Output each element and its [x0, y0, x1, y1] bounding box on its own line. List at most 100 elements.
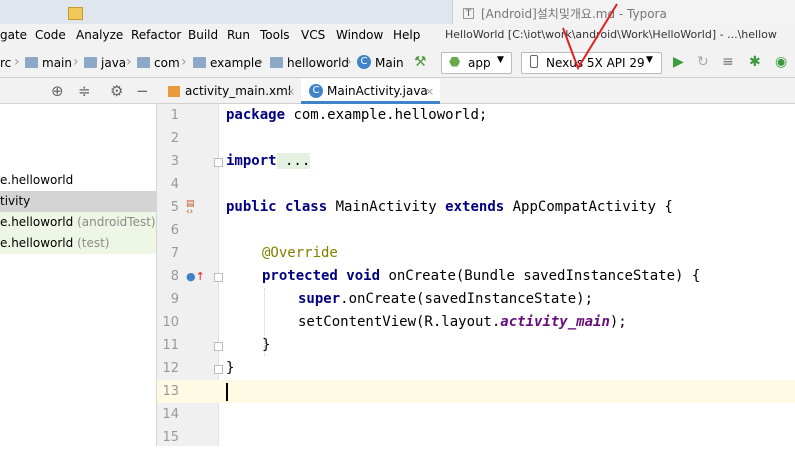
tab-activity-main-xml[interactable]: activity_main.xml × [157, 79, 300, 104]
breadcrumb-separator: › [126, 54, 132, 70]
code-text: setContentView(R.layout. [298, 314, 501, 330]
rerun-icon[interactable]: ↻ [697, 54, 709, 70]
menu-tools[interactable]: Tools [260, 28, 290, 42]
code-field: activity_main [500, 314, 610, 330]
line-number: 11 [162, 338, 179, 353]
fold-icon[interactable] [214, 273, 223, 282]
chevron-down-icon: ▼ [646, 55, 653, 65]
tree-item-suffix: (androidTest) [77, 215, 156, 229]
phone-icon [530, 55, 538, 68]
code-line-3: import ... [226, 150, 311, 173]
project-panel [0, 78, 157, 446]
current-line-highlight [157, 380, 795, 403]
override-icon[interactable]: ●↑ [186, 270, 205, 283]
code-text: ); [609, 314, 627, 330]
class-icon: C [309, 84, 323, 98]
line-number: 4 [170, 177, 179, 192]
text-cursor [226, 383, 228, 401]
menu-vcs[interactable]: VCS [301, 28, 325, 42]
line-number: 6 [170, 223, 179, 238]
breadcrumb-com[interactable]: com [154, 56, 180, 70]
code-line-14: } [226, 360, 235, 376]
code-text: MainActivity [327, 199, 446, 215]
menu-help[interactable]: Help [393, 28, 420, 42]
code-line-11: super.onCreate(savedInstanceState); [298, 288, 593, 311]
tree-item-selected[interactable]: tivity [0, 191, 156, 212]
menu-run[interactable]: Run [227, 28, 250, 42]
code-text: AppCompatActivity { [504, 199, 673, 215]
typora-window-title: [Android]설치및개요.md - Typora [481, 7, 667, 21]
folder-icon [84, 57, 97, 68]
breadcrumb-main-class[interactable]: Main [375, 56, 404, 70]
collapse-icon[interactable]: ≑ [78, 82, 91, 100]
line-number: 9 [170, 292, 179, 307]
menu-refactor[interactable]: Refactor [131, 28, 181, 42]
run-config-label: app [468, 56, 491, 70]
code-line-1: package com.example.helloworld; [226, 104, 487, 127]
breadcrumb-separator: › [181, 54, 187, 70]
tree-item-test[interactable]: e.helloworld (test) [0, 233, 156, 254]
tab-label: activity_main.xml [185, 84, 292, 98]
code-line-13: } [262, 337, 271, 353]
line-number: 12 [162, 361, 179, 376]
android-icon: ⬣ [449, 55, 461, 70]
device-label: Nexus 5X API 29 [546, 56, 645, 70]
fold-icon[interactable] [214, 342, 223, 351]
close-icon[interactable]: × [286, 79, 295, 104]
line-number: 2 [170, 131, 179, 146]
minimize-icon[interactable]: − [136, 82, 149, 100]
keyword: public class [226, 199, 328, 215]
folder-icon [25, 57, 38, 68]
line-number: 5 [170, 200, 179, 215]
tree-item-android-test[interactable]: e.helloworld (androidTest) [0, 212, 156, 233]
close-icon[interactable]: × [425, 79, 434, 104]
gear-icon[interactable]: ⚙ [110, 82, 123, 100]
breadcrumb-helloworld[interactable]: helloworld [287, 56, 349, 70]
breadcrumb-separator: › [346, 54, 352, 70]
line-number: 10 [162, 315, 179, 330]
run-icon[interactable]: ▶ [673, 54, 684, 70]
line-number: 3 [170, 154, 179, 169]
folded-imports[interactable]: ... [276, 153, 311, 169]
code-text: com.example.helloworld; [285, 107, 488, 123]
keyword: protected void [262, 268, 381, 284]
code-line-9: @Override [262, 245, 338, 261]
code-text: onCreate(Bundle savedInstanceState) { [380, 268, 701, 284]
layout-link-icon[interactable]: ▤ ‹› [186, 200, 200, 217]
breadcrumb-example[interactable]: example [210, 56, 262, 70]
breadcrumb-java[interactable]: java [101, 56, 126, 70]
menu-code[interactable]: Code [35, 28, 66, 42]
breadcrumb-main[interactable]: main [42, 56, 72, 70]
locate-icon[interactable]: ⊕ [51, 82, 64, 100]
code-line-7: public class MainActivity extends AppCom… [226, 196, 673, 219]
folder-icon[interactable] [68, 7, 83, 20]
menu-navigate[interactable]: gate [0, 28, 27, 42]
line-number: 7 [170, 246, 179, 261]
debug-icon[interactable]: ✱ [749, 54, 761, 70]
window-title: HelloWorld [C:\iot\work\android\Work\Hel… [445, 28, 777, 41]
line-number: 13 [162, 384, 179, 399]
chevron-down-icon: ▼ [497, 55, 504, 65]
folder-icon [137, 57, 150, 68]
line-number: 14 [162, 407, 179, 422]
keyword: super [298, 291, 341, 307]
menu-build[interactable]: Build [188, 28, 218, 42]
keyword: import [226, 153, 277, 169]
breadcrumb-separator: › [73, 54, 79, 70]
breadcrumb-separator: › [14, 54, 20, 70]
profile-icon[interactable]: ◉ [775, 54, 787, 70]
tab-main-activity-java[interactable]: C MainActivity.java × [301, 79, 440, 104]
menu-analyze[interactable]: Analyze [76, 28, 123, 42]
tab-label: MainActivity.java [327, 84, 428, 98]
breadcrumb-src[interactable]: rc [0, 56, 11, 70]
hammer-icon[interactable]: ⚒ [414, 54, 427, 70]
line-number: 8 [170, 269, 179, 284]
tree-item-package[interactable]: e.helloworld [0, 170, 156, 191]
menu-window[interactable]: Window [336, 28, 383, 42]
apply-changes-icon[interactable]: ≡ [722, 54, 734, 70]
fold-icon[interactable] [214, 158, 223, 167]
line-number: 1 [170, 108, 179, 123]
tree-item-suffix: (test) [77, 236, 110, 250]
fold-icon[interactable] [214, 365, 223, 374]
tree-item-label: e.helloworld [0, 173, 74, 187]
